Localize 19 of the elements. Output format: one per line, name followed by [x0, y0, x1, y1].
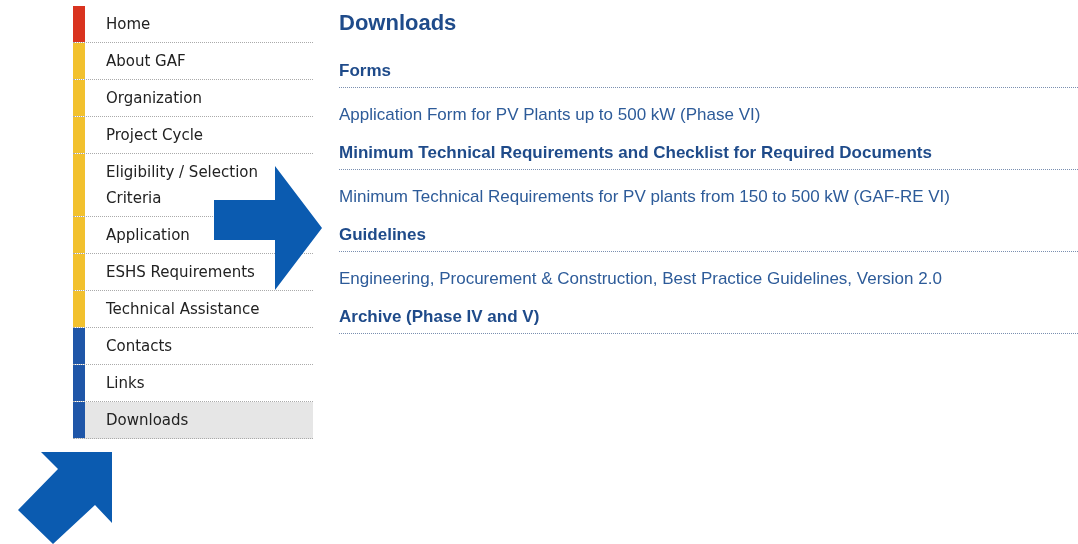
sidebar-item[interactable]: Application	[106, 222, 190, 248]
section-heading: Archive (Phase IV and V)	[339, 306, 1078, 334]
download-link[interactable]: Application Form for PV Plants up to 500 kW (Phase VI)	[339, 104, 761, 126]
sidebar-item[interactable]: Contacts	[106, 333, 173, 359]
sidebar-item[interactable]: Project Cycle	[106, 122, 204, 148]
sidebar-item[interactable]: ESHS Requirements	[106, 259, 255, 285]
sidebar-item[interactable]: Home	[106, 11, 151, 37]
sidebar-item[interactable]: Eligibility / Selection Criteria	[106, 159, 266, 211]
section-heading: Guidelines	[339, 224, 1078, 252]
download-link[interactable]: Minimum Technical Requirements for PV plants from 150 to 500 kW (GAF-RE VI)	[339, 186, 950, 208]
section-heading: Minimum Technical Requirements and Checklist for Required Documents	[339, 142, 1078, 170]
download-link[interactable]: Engineering, Procurement & Construction, Best Practice Guidelines, Version 2.0	[339, 268, 942, 290]
section-heading: Forms	[339, 60, 1078, 88]
sidebar-item[interactable]: Organization	[106, 85, 202, 111]
sidebar-item[interactable]: About GAF	[106, 48, 186, 74]
page-title: Downloads	[339, 9, 458, 37]
sidebar-item[interactable]: Links	[106, 370, 145, 396]
sidebar-item[interactable]: Technical Assistance	[106, 296, 260, 322]
arrow-icon	[18, 452, 112, 544]
